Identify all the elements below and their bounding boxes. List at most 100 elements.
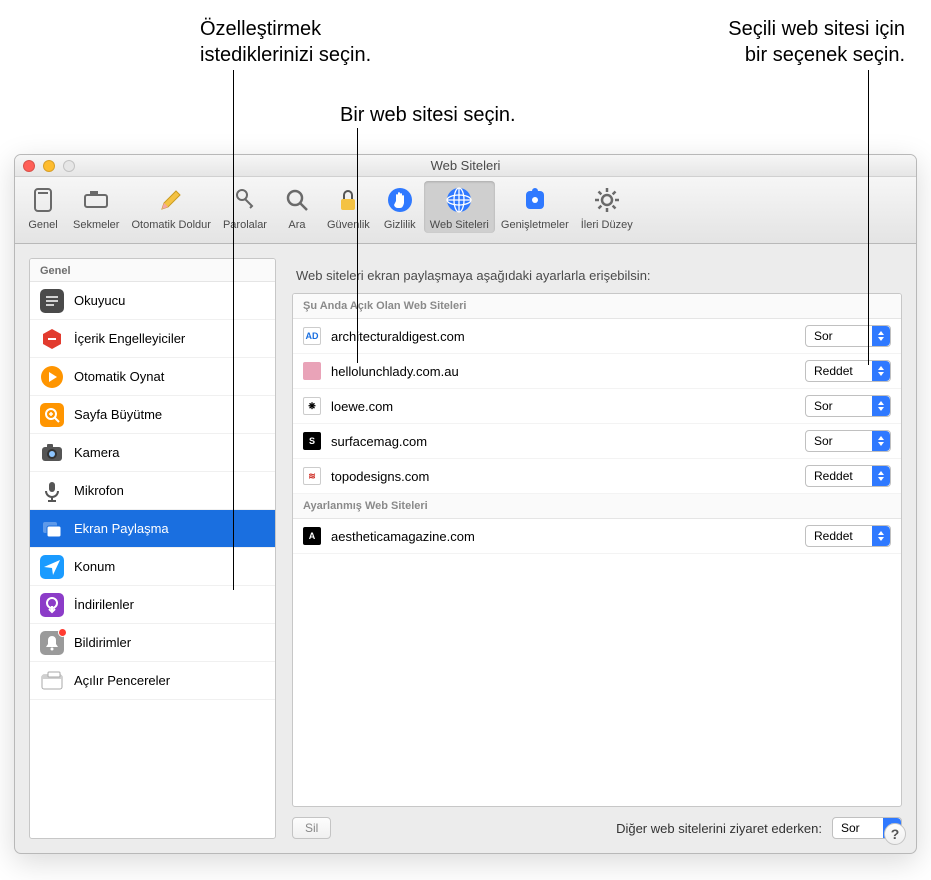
preferences-toolbar: Genel Sekmeler Otomatik Doldur Parolalar… [15, 177, 916, 244]
help-button[interactable]: ? [884, 823, 906, 845]
switch-icon [26, 183, 60, 217]
website-domain: surfacemag.com [331, 434, 805, 449]
toolbar-tab-label: İleri Düzey [581, 219, 633, 231]
sidebar-item-label: Mikrofon [74, 483, 124, 498]
toolbar-tab-tabs[interactable]: Sekmeler [67, 181, 125, 233]
permission-popup[interactable]: Reddet [805, 465, 891, 487]
toolbar-tab-search[interactable]: Ara [273, 181, 321, 233]
toolbar-tab-hand[interactable]: Gizlilik [376, 181, 424, 233]
website-domain: architecturaldigest.com [331, 329, 805, 344]
permission-value: Sor [814, 399, 872, 413]
sidebar-item[interactable]: Ekran Paylaşma [30, 510, 275, 548]
websites-list: Şu Anda Açık Olan Web Siteleri AD archit… [292, 293, 902, 807]
lock-icon [331, 183, 365, 217]
pencil-icon [154, 183, 188, 217]
sidebar-item[interactable]: Bildirimler [30, 624, 275, 662]
popup-arrows-icon [872, 466, 890, 486]
badge-icon [58, 628, 67, 637]
gear-icon [590, 183, 624, 217]
sidebar-item-icon [40, 479, 64, 503]
toolbar-tab-key[interactable]: Parolalar [217, 181, 273, 233]
website-domain: hellolunchlady.com.au [331, 364, 805, 379]
popup-arrows-icon [872, 361, 890, 381]
toolbar-tab-label: Otomatik Doldur [131, 219, 210, 231]
callout-text: istediklerinizi seçin. [200, 44, 371, 66]
website-domain: aestheticamagazine.com [331, 529, 805, 544]
callout-text: Seçili web sitesi için [728, 18, 905, 40]
permission-popup[interactable]: Reddet [805, 360, 891, 382]
callout-leader-line [357, 128, 358, 363]
toolbar-tab-label: Genişletmeler [501, 219, 569, 231]
website-row[interactable]: A aestheticamagazine.com Reddet [293, 519, 901, 554]
sidebar-item[interactable]: Kamera [30, 434, 275, 472]
sidebar-item[interactable]: Otomatik Oynat [30, 358, 275, 396]
sidebar-item-label: İçerik Engelleyiciler [74, 331, 185, 346]
toolbar-tab-puzzle[interactable]: Genişletmeler [495, 181, 575, 233]
permission-popup[interactable]: Sor [805, 325, 891, 347]
favicon: S [303, 432, 321, 450]
popup-arrows-icon [872, 396, 890, 416]
sidebar-section-header: Genel [30, 259, 275, 282]
sidebar-item-icon [40, 327, 64, 351]
tabs-icon [79, 183, 113, 217]
favicon: A [303, 527, 321, 545]
window-title: Web Siteleri [15, 158, 916, 173]
sidebar-item[interactable]: Açılır Pencereler [30, 662, 275, 700]
sidebar-item-icon [40, 555, 64, 579]
popup-arrows-icon [872, 431, 890, 451]
settings-sidebar: Genel Okuyucu İçerik Engelleyiciler Otom… [29, 258, 276, 839]
sidebar-item[interactable]: İçerik Engelleyiciler [30, 320, 275, 358]
toolbar-tab-lock[interactable]: Güvenlik [321, 181, 376, 233]
globe-icon [442, 183, 476, 217]
sidebar-item[interactable]: Sayfa Büyütme [30, 396, 275, 434]
popup-arrows-icon [872, 526, 890, 546]
sidebar-item-label: Otomatik Oynat [74, 369, 164, 384]
permission-value: Sor [814, 434, 872, 448]
toolbar-tab-pencil[interactable]: Otomatik Doldur [125, 181, 216, 233]
sidebar-item-icon [40, 403, 64, 427]
toolbar-tab-label: Sekmeler [73, 219, 119, 231]
puzzle-icon [518, 183, 552, 217]
permission-popup[interactable]: Sor [805, 430, 891, 452]
sidebar-item[interactable]: Okuyucu [30, 282, 275, 320]
favicon [303, 362, 321, 380]
toolbar-tab-label: Güvenlik [327, 219, 370, 231]
sidebar-item-label: İndirilenler [74, 597, 134, 612]
favicon: ≋ [303, 467, 321, 485]
section-header-open: Şu Anda Açık Olan Web Siteleri [293, 294, 901, 319]
website-row[interactable]: hellolunchlady.com.au Reddet [293, 354, 901, 389]
permission-value: Reddet [814, 469, 872, 483]
website-row[interactable]: S surfacemag.com Sor [293, 424, 901, 459]
permission-popup[interactable]: Sor [805, 395, 891, 417]
sidebar-item-icon [40, 593, 64, 617]
toolbar-tab-globe[interactable]: Web Siteleri [424, 181, 495, 233]
permission-value: Reddet [814, 364, 872, 378]
delete-button[interactable]: Sil [292, 817, 331, 839]
toolbar-tab-gear[interactable]: İleri Düzey [575, 181, 639, 233]
sidebar-item-icon [40, 517, 64, 541]
sidebar-item-icon [40, 289, 64, 313]
website-row[interactable]: AD architecturaldigest.com Sor [293, 319, 901, 354]
toolbar-tab-label: Ara [288, 219, 305, 231]
intro-text: Web siteleri ekran paylaşmaya aşağıdaki … [296, 268, 898, 283]
website-row[interactable]: ❋ loewe.com Sor [293, 389, 901, 424]
callout-text: bir seçenek seçin. [745, 44, 905, 66]
callout-leader-line [868, 70, 869, 365]
toolbar-tab-label: Parolalar [223, 219, 267, 231]
website-row[interactable]: ≋ topodesigns.com Reddet [293, 459, 901, 494]
permission-popup[interactable]: Reddet [805, 525, 891, 547]
settings-detail-pane: Web siteleri ekran paylaşmaya aşağıdaki … [292, 258, 902, 839]
sidebar-item-icon [40, 669, 64, 693]
sidebar-item-label: Kamera [74, 445, 120, 460]
toolbar-tab-switch[interactable]: Genel [19, 181, 67, 233]
sidebar-item-icon [40, 365, 64, 389]
permission-value: Reddet [814, 529, 872, 543]
callout-text: Bir web sitesi seçin. [340, 104, 516, 126]
favicon: AD [303, 327, 321, 345]
sidebar-item[interactable]: Konum [30, 548, 275, 586]
search-icon [280, 183, 314, 217]
sidebar-item-label: Konum [74, 559, 115, 574]
preferences-window: Web Siteleri Genel Sekmeler Otomatik Dol… [14, 154, 917, 854]
sidebar-item[interactable]: İndirilenler [30, 586, 275, 624]
sidebar-item[interactable]: Mikrofon [30, 472, 275, 510]
